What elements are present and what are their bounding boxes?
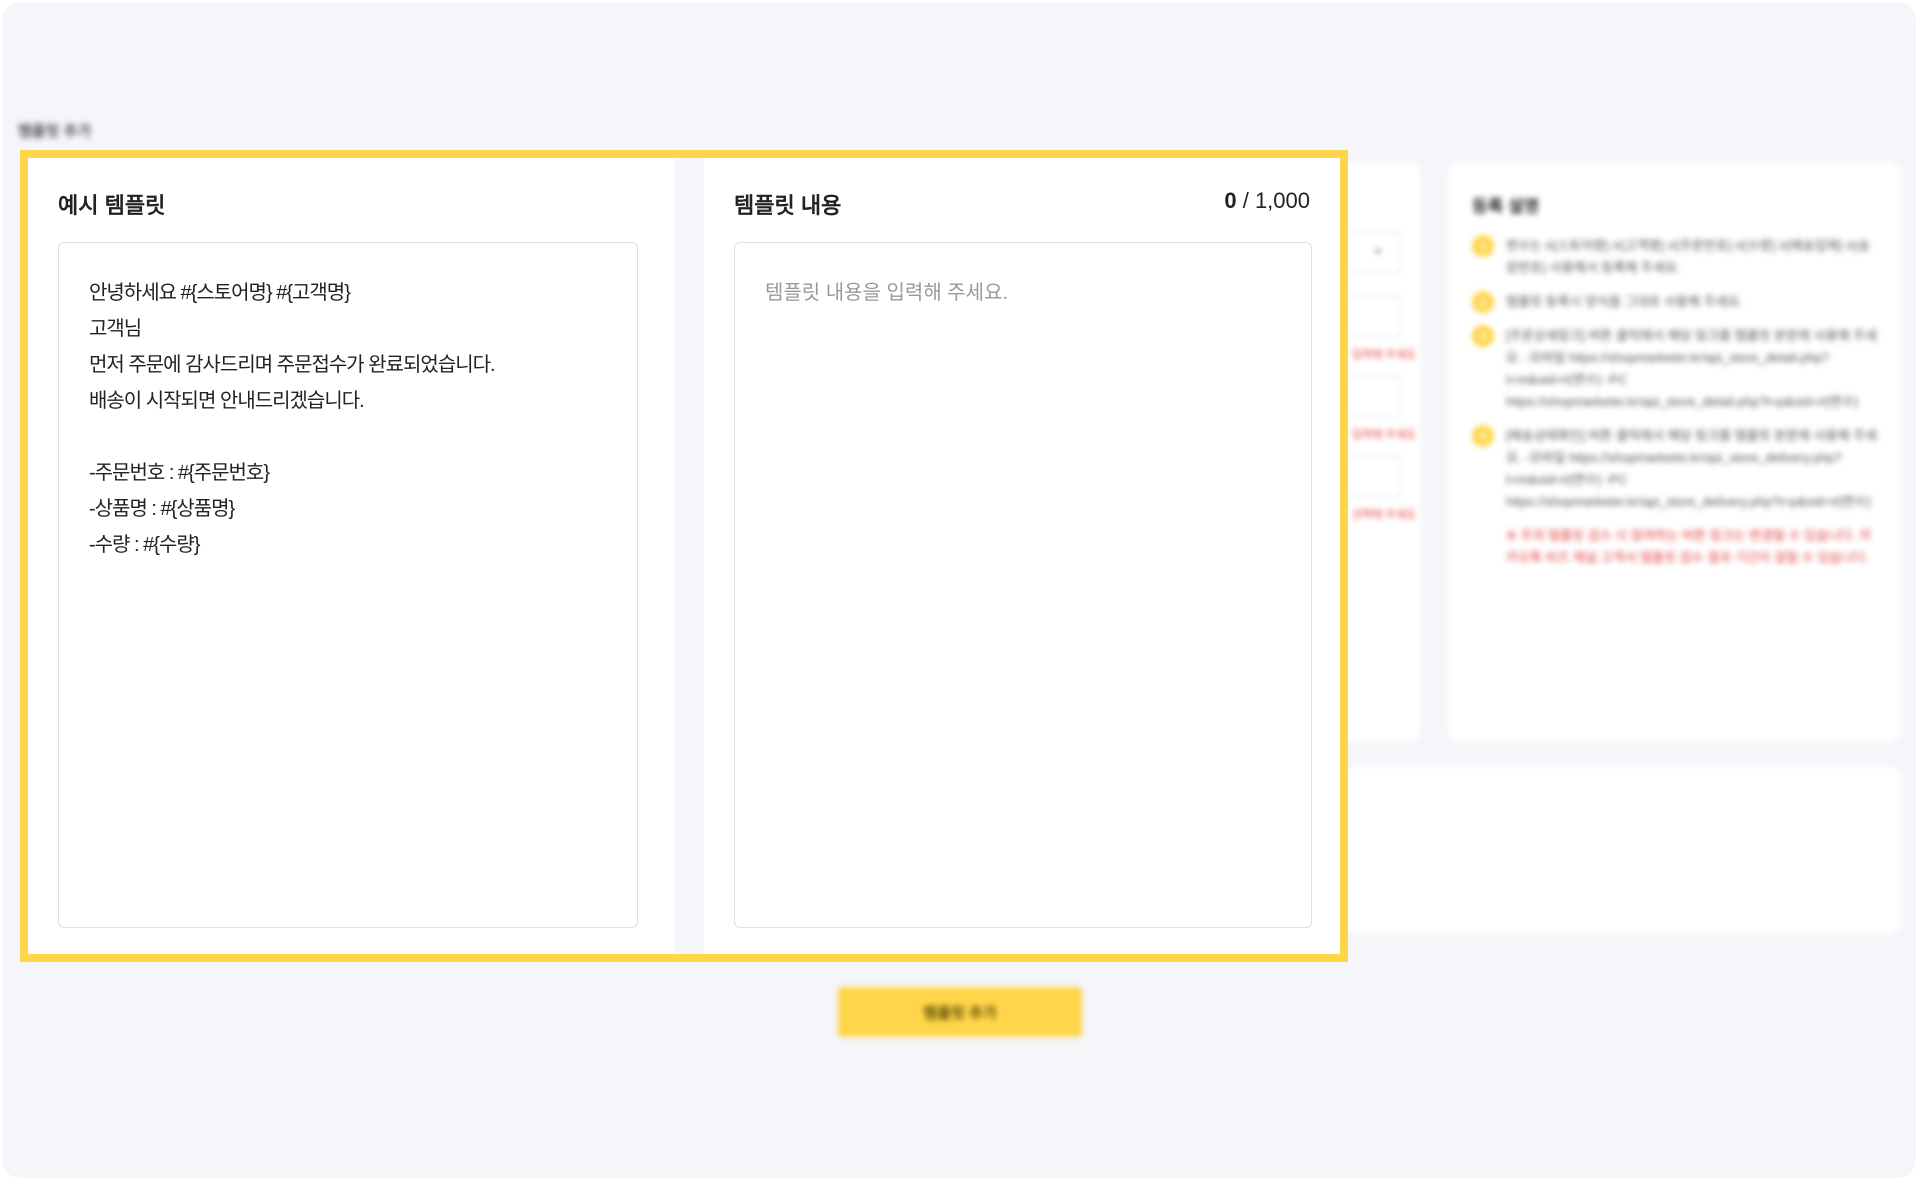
char-count-value: 0: [1224, 188, 1237, 213]
template-content-textarea[interactable]: [765, 275, 1281, 895]
sample-line: -주문번호 : #{주문번호}: [89, 462, 270, 484]
add-template-button[interactable]: 템플릿 추가: [838, 987, 1082, 1037]
template-content-title: 템플릿 내용: [734, 193, 842, 218]
step-number-badge: 1: [1472, 235, 1494, 257]
field-error: 선택해 주세요: [1352, 509, 1416, 521]
sample-line: 고객님: [89, 318, 142, 340]
guide-item: 4 [배송상태확인] 버튼 클릭에서 해당 링크를 템플릿 본문에 사용해 주세…: [1472, 425, 1878, 513]
field-error: 입력해 주세요: [1352, 349, 1416, 361]
guide-text: 템플릿 등록시 양식을 그대로 사용해 주세요.: [1506, 294, 1743, 309]
sample-line: -수량 : #{수량}: [89, 534, 200, 556]
guide-item: 2 템플릿 등록시 양식을 그대로 사용해 주세요.: [1472, 291, 1878, 313]
chevron-down-icon: ▾: [1375, 246, 1381, 258]
template-editor-highlight: 예시 템플릿 안녕하세요 #{스토어명} #{고객명} 고객님 먼저 주문에 감…: [20, 150, 1348, 962]
page-background: 템플릿 추가 ▾ 입력해 주세요 입력해 주세요 선택해 주세요 등록 설명 1…: [2, 2, 1916, 1178]
guide-text: 변수는 #{스토어명} #{고객명} #{주문번호} #{수량} #{배송업체}…: [1506, 238, 1870, 275]
guide-title: 등록 설명: [1472, 197, 1540, 216]
sample-template-box: 안녕하세요 #{스토어명} #{고객명} 고객님 먼저 주문에 감사드리며 주문…: [58, 242, 638, 928]
bottom-card: [1342, 766, 1902, 934]
sample-template-title: 예시 템플릿: [58, 193, 166, 218]
sample-line: 먼저 주문에 감사드리며 주문접수가 완료되었습니다.: [89, 354, 496, 376]
guide-warning: ※ 주의 템플릿 검수 시 참여하는 버튼 링크는 변경될 수 있습니다. 카카…: [1506, 528, 1872, 565]
sample-line: 안녕하세요 #{스토어명} #{고객명}: [89, 282, 351, 304]
step-number-badge: 4: [1472, 425, 1494, 447]
template-content-box: [734, 242, 1312, 928]
sample-line: -상품명 : #{상품명}: [89, 498, 235, 520]
field-error: 입력해 주세요: [1352, 429, 1416, 441]
section-label: 템플릿 추가: [18, 123, 92, 140]
char-count-limit: / 1,000: [1242, 188, 1310, 213]
step-number-badge: 2: [1472, 291, 1494, 313]
sample-line: 배송이 시작되면 안내드리겠습니다.: [89, 390, 365, 412]
guide-text: [배송상태확인] 버튼 클릭에서 해당 링크를 템플릿 본문에 사용해 주세요.…: [1506, 428, 1877, 509]
step-number-badge: 3: [1472, 325, 1494, 347]
guide-item: 3 [주문상세링크] 버튼 클릭에서 해당 링크를 템플릿 본문에 사용해 주세…: [1472, 325, 1878, 413]
guide-item: 1 변수는 #{스토어명} #{고객명} #{주문번호} #{수량} #{배송업…: [1472, 235, 1878, 279]
guide-text: [주문상세링크] 버튼 클릭에서 해당 링크를 템플릿 본문에 사용해 주세요.…: [1506, 328, 1877, 409]
template-content-panel: 템플릿 내용 0 / 1,000: [704, 158, 1340, 954]
sample-template-panel: 예시 템플릿 안녕하세요 #{스토어명} #{고객명} 고객님 먼저 주문에 감…: [28, 158, 674, 954]
char-counter: 0 / 1,000: [1224, 188, 1310, 214]
sample-line: [89, 419, 607, 455]
registration-guide-card: 등록 설명 1 변수는 #{스토어명} #{고객명} #{주문번호} #{수량}…: [1448, 162, 1902, 742]
